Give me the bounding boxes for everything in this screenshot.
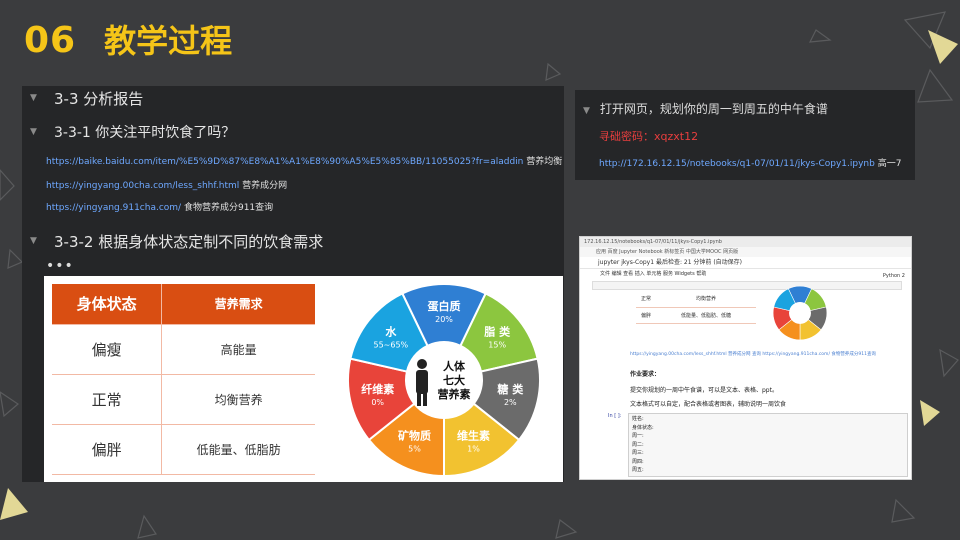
wheel-center-line: 人体 <box>443 359 466 373</box>
code-cell-lines: 姓名: 身体状态: 周一: 周二: 周三: 周四: 周五: <box>632 415 654 475</box>
table-row: 正常 均衡营养 <box>52 374 315 425</box>
link-food-nutrition-911[interactable]: https://yingyang.911cha.com/ 食物营养成分911查询 <box>46 200 273 213</box>
table-cell: 高能量 <box>161 324 315 375</box>
mini-nutrient-wheel <box>772 285 828 341</box>
table-cell: 低能量、低脂肪 <box>161 424 315 475</box>
wheel-segment-label: 水 <box>385 325 397 339</box>
notebook-url-label: 高一7 <box>877 159 902 169</box>
notebook-panel-right: ▼ 打开网页，规划你的周一到周五的中午食谱 寻础密码：xqzxt12 http:/… <box>575 90 915 180</box>
address-bar[interactable]: 172.16.12.15/notebooks/q1-07/01/11/jkys-… <box>580 237 911 247</box>
table-cell: 偏瘦 <box>52 324 163 375</box>
wheel-segment-label: 脂 类 <box>483 325 511 339</box>
code-line: 周四: <box>632 458 644 465</box>
table-cell: 偏胖 <box>636 307 657 324</box>
notebook-link[interactable]: http://172.16.12.15/notebooks/q1-07/01/1… <box>599 156 901 169</box>
wheel-segment-value: 15% <box>488 341 506 350</box>
notebook-panel-left: ▼ 3-3 分析报告 ▼ 3-3-1 你关注平时饮食了吗？ https://ba… <box>22 86 564 482</box>
wheel-segment-value: 20% <box>435 315 453 324</box>
collapse-caret-icon[interactable]: ▼ <box>30 93 40 103</box>
task-title: 作业要求： <box>630 371 661 378</box>
code-line: 周三: <box>632 450 644 456</box>
collapse-caret-icon[interactable]: ▼ <box>30 236 40 246</box>
wheel-center <box>789 302 811 324</box>
mini-status-table: 正常 均衡营养 偏胖 低能量、低脂肪、低糖 <box>636 291 756 324</box>
heading-diet-question[interactable]: ▼ 3-3-1 你关注平时饮食了吗？ <box>22 122 235 142</box>
code-line: 姓名: <box>632 416 644 422</box>
wheel-segment-value: 0% <box>371 398 384 407</box>
small-links[interactable]: https://yingyang.00cha.com/less_shhf.htm… <box>630 351 876 357</box>
wheel-segment-value: 5% <box>408 444 421 453</box>
notebook-url[interactable]: http://172.16.12.15/notebooks/q1-07/01/1… <box>599 159 875 169</box>
table-header-row: 身体状态 营养需求 <box>52 284 315 325</box>
table-header-cell: 营养需求 <box>161 284 315 325</box>
bookmarks-bar[interactable]: 应用 百度 Jupyter Notebook 新标签页 中国大学MOOC 网页版 <box>580 247 911 257</box>
jupyter-toolbar[interactable] <box>592 281 902 290</box>
browser-screenshot: 172.16.12.15/notebooks/q1-07/01/11/jkys-… <box>579 236 912 480</box>
link-balanced-nutrition[interactable]: https://baike.baidu.com/item/%E5%9D%87%E… <box>46 154 562 167</box>
heading-text: 3-3-1 你关注平时饮食了吗？ <box>54 125 236 141</box>
heading-custom-diet[interactable]: ▼ 3-3-2 根据身体状态定制不同的饮食需求 <box>22 230 323 252</box>
wheel-segment-label: 维生素 <box>457 428 490 442</box>
wheel-segment-label: 矿物质 <box>398 428 431 442</box>
heading-text: 3-3-2 根据身体状态定制不同的饮食需求 <box>54 232 324 251</box>
jupyter-header: jupyter jkys-Copy1 最后检查: 21 分钟前 (自动保存) <box>580 257 911 269</box>
jupyter-menu[interactable]: 文件 编辑 查看 插入 单元格 服务 Widgets 帮助 <box>580 269 911 279</box>
code-line: 周一: <box>632 433 644 439</box>
heading-text: 3-3 分析报告 <box>54 89 144 108</box>
table-row: 偏瘦 高能量 <box>52 324 315 375</box>
wheel-segment-value: 55~65% <box>373 341 408 350</box>
link-label: 食物营养成分911查询 <box>183 203 274 213</box>
link-url[interactable]: https://yingyang.911cha.com/ <box>46 203 181 213</box>
wheel-center-line: 七大 <box>443 373 465 387</box>
link-nutrition-site[interactable]: https://yingyang.00cha.com/less_shhf.htm… <box>46 178 287 191</box>
code-line: 身体状态: <box>632 424 654 431</box>
table-cell: 正常 <box>636 291 657 308</box>
link-url[interactable]: https://baike.baidu.com/item/%E5%9D%87%E… <box>46 157 523 167</box>
body-status-table: 身体状态 营养需求 偏瘦 高能量 正常 均衡营养 偏胖 低能量、低脂肪 <box>52 284 315 475</box>
kernel-indicator: Python 2 <box>882 273 905 279</box>
wheel-segment-label: 蛋白质 <box>428 299 461 313</box>
collapse-caret-icon[interactable]: ▼ <box>583 106 590 116</box>
link-label: 营养成分网 <box>242 181 288 191</box>
wheel-center-line: 营养素 <box>438 387 471 401</box>
code-line: 周五: <box>632 467 644 473</box>
collapse-caret-icon[interactable]: ▼ <box>30 127 40 137</box>
section-number: 06 <box>24 20 77 61</box>
link-url[interactable]: https://yingyang.00cha.com/less_shhf.htm… <box>46 181 239 191</box>
table-cell: 低能量、低脂肪、低糖 <box>656 307 756 324</box>
code-line: 周二: <box>632 441 644 448</box>
wheel-segment-label: 纤维素 <box>361 382 394 396</box>
task-line: 提交你规划的一周中午食谱，可以是文本、表格、ppt。 <box>630 387 778 394</box>
table-row: 正常 均衡营养 <box>636 291 756 308</box>
task-instruction: ▼ 打开网页，规划你的周一到周五的中午食谱 <box>583 100 828 117</box>
wheel-segment-label: 糖 类 <box>497 382 524 396</box>
section-title: 教学过程 <box>104 22 233 60</box>
nutrient-wheel: 人体 七大 营养素 蛋白质 20% 脂 类 15% 糖 类 2% 维生素 1% 矿物质 5% 纤维素… <box>347 283 541 478</box>
table-cell: 偏胖 <box>52 424 163 475</box>
task-instruction-text: 打开网页，规划你的周一到周五的中午食谱 <box>599 102 828 116</box>
table-cell: 正常 <box>52 374 163 425</box>
password-hint: 寻础密码：xqzxt12 <box>599 130 699 143</box>
cell-prompt: In [ ]: <box>608 413 622 419</box>
task-line: 文本格式可以自定，配合表格或者图表，辅助说明一周饮食 <box>630 401 787 408</box>
code-cell[interactable] <box>628 413 908 477</box>
slide-header: 06 教学过程 <box>24 16 232 62</box>
table-row: 偏胖 低能量、低脂肪、低糖 <box>636 307 756 324</box>
wheel-segment-value: 2% <box>504 398 517 407</box>
table-cell: 均衡营养 <box>656 291 756 308</box>
nutrition-image: 身体状态 营养需求 偏瘦 高能量 正常 均衡营养 偏胖 低能量、低脂肪 人体 七… <box>44 276 563 482</box>
heading-analysis-report[interactable]: ▼ 3-3 分析报告 <box>22 88 143 108</box>
collapsed-ellipsis[interactable]: ••• <box>46 258 74 274</box>
table-row: 偏胖 低能量、低脂肪 <box>52 424 315 475</box>
link-label: 营养均衡 <box>526 157 563 167</box>
wheel-segment-value: 1% <box>467 444 480 453</box>
table-header-cell: 身体状态 <box>52 284 163 325</box>
table-cell: 均衡营养 <box>161 374 315 425</box>
slide: 06 教学过程 ▼ 3-3 分析报告 ▼ 3-3-1 你关注平时饮食了吗？ ht… <box>0 0 960 540</box>
